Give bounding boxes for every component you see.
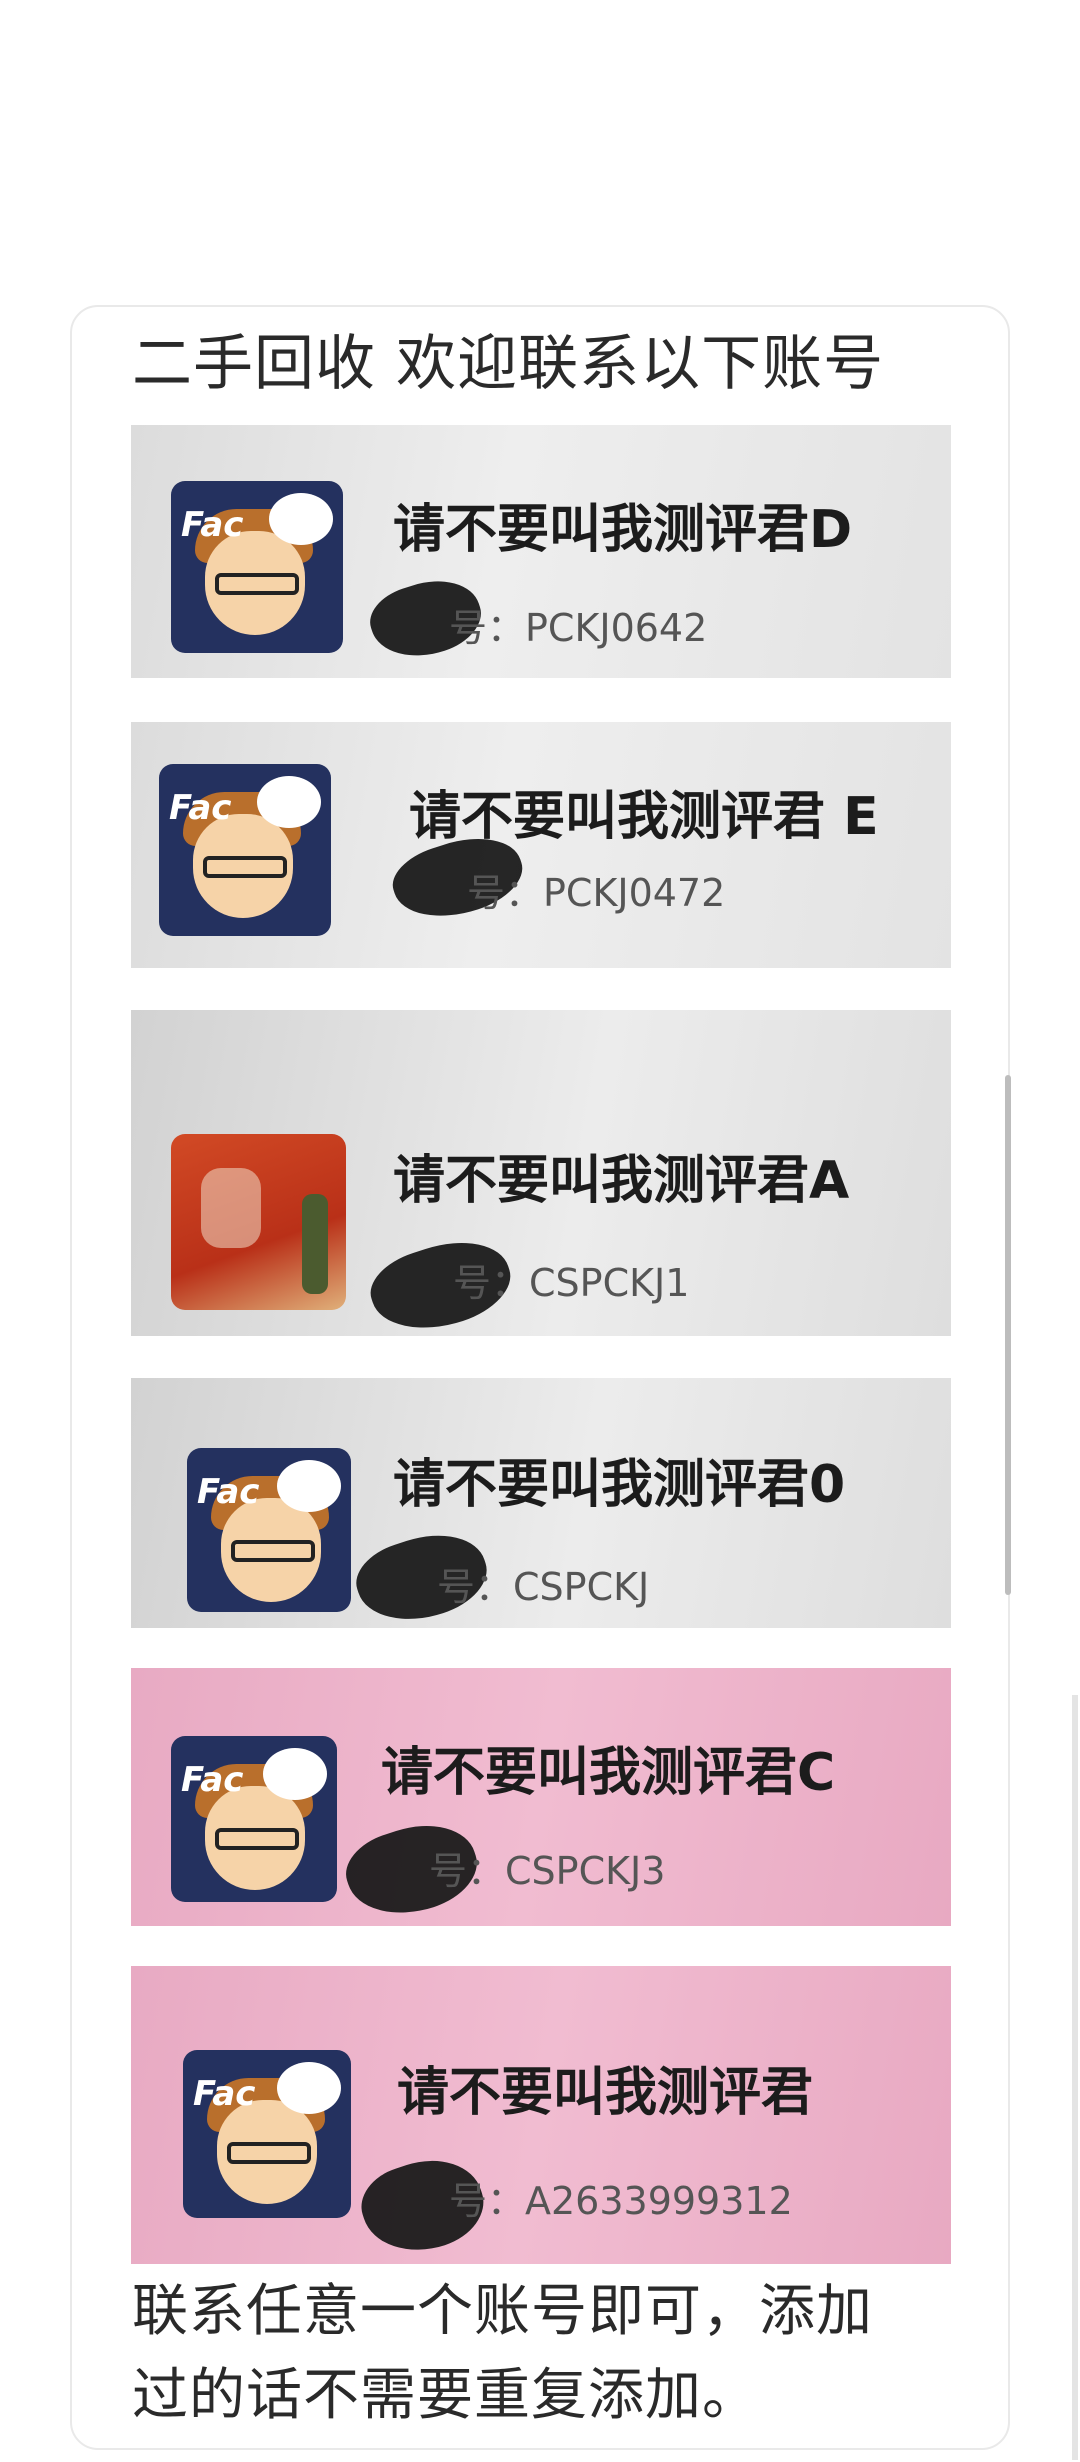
account-name: 请不要叫我测评君0	[393, 1455, 846, 1515]
footer-line-1: 联系任意一个账号即可，添加	[132, 2279, 873, 2344]
photo-avatar-icon	[171, 1134, 346, 1310]
page: 二手回收 欢迎联系以下账号 Fac 请不要叫我测评君D 号：PCKJ0642 F…	[0, 0, 1080, 2462]
account-photo-6[interactable]: Fac 请不要叫我测评君 号：A2633999312	[131, 1966, 951, 2264]
scrollbar[interactable]	[1005, 1075, 1011, 1595]
account-id: 号：PCKJ0472	[467, 871, 726, 915]
edge-divider	[1072, 1695, 1078, 2460]
account-id: 号：A2633999312	[449, 2179, 793, 2223]
cartoon-face-avatar-icon: Fac	[187, 1448, 351, 1612]
account-id: 号：CSPCKJ1	[453, 1261, 690, 1305]
account-photo-4[interactable]: Fac 请不要叫我测评君0 号：CSPCKJ	[131, 1378, 951, 1628]
cartoon-face-avatar-icon: Fac	[183, 2050, 351, 2218]
cartoon-face-avatar-icon: Fac	[159, 764, 331, 936]
account-id: 号：CSPCKJ	[437, 1565, 650, 1609]
account-name: 请不要叫我测评君A	[393, 1151, 850, 1211]
account-id: 号：CSPCKJ3	[429, 1849, 666, 1893]
account-name: 请不要叫我测评君D	[393, 500, 853, 560]
account-photo-1[interactable]: Fac 请不要叫我测评君D 号：PCKJ0642	[131, 425, 951, 678]
footer-line-2: 过的话不需要重复添加。	[132, 2363, 759, 2428]
cartoon-face-avatar-icon: Fac	[171, 481, 343, 653]
account-id: 号：PCKJ0642	[449, 606, 708, 650]
post-title: 二手回收 欢迎联系以下账号	[132, 329, 885, 399]
cartoon-face-avatar-icon: Fac	[171, 1736, 337, 1902]
account-photo-5[interactable]: Fac 请不要叫我测评君C 号：CSPCKJ3	[131, 1668, 951, 1926]
account-photo-3[interactable]: 请不要叫我测评君A 号：CSPCKJ1	[131, 1010, 951, 1336]
account-name: 请不要叫我测评君C	[381, 1743, 836, 1803]
account-photo-2[interactable]: Fac 请不要叫我测评君 E 号：PCKJ0472	[131, 722, 951, 968]
footer-note: 联系任意一个账号即可，添加 过的话不需要重复添加。	[132, 2270, 972, 2438]
account-name: 请不要叫我测评君	[397, 2063, 814, 2123]
